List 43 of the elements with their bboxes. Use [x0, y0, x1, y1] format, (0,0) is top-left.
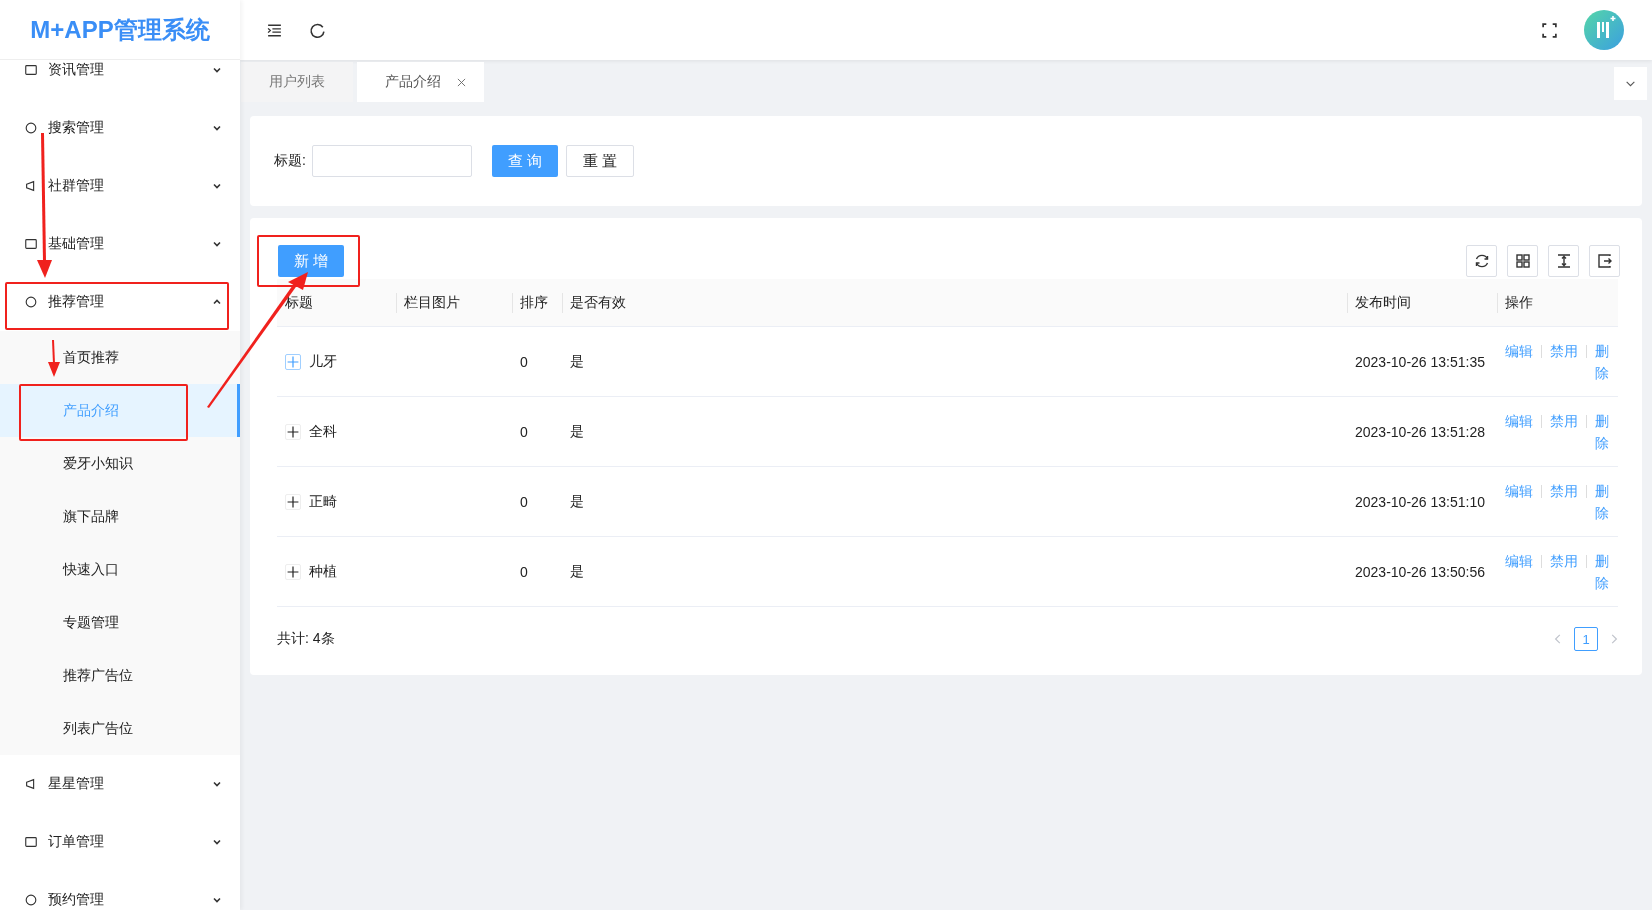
table-cell: 正畸 [309, 492, 337, 511]
column-header: 排序 [520, 293, 548, 312]
submenu-item[interactable]: 推荐广告位 [0, 649, 240, 702]
column-header: 标题 [285, 293, 313, 312]
total-count: 共计: 4条 [277, 630, 335, 648]
submenu-item[interactable]: 专题管理 [0, 596, 240, 649]
menu-item[interactable]: 搜索管理 [0, 99, 240, 157]
column-header: 栏目图片 [404, 293, 460, 312]
table-cell: 2023-10-26 13:51:28 [1355, 423, 1485, 440]
table-cell: 0 [520, 563, 528, 580]
app-title: M+APP管理系统 [30, 14, 210, 45]
menu-item[interactable]: 预约管理 [0, 871, 240, 910]
menu-item[interactable]: 推荐管理 [0, 273, 240, 331]
menu-item[interactable]: 资讯管理 [0, 60, 240, 99]
reset-button[interactable]: 重 置 [566, 145, 635, 177]
table-cell: 是 [570, 422, 584, 441]
table-cell: 种植 [309, 562, 337, 581]
column-header: 操作 [1505, 293, 1533, 312]
table-cell: 2023-10-26 13:50:56 [1355, 563, 1485, 580]
table-cell: 2023-10-26 13:51:35 [1355, 353, 1485, 370]
submenu-item[interactable]: 列表广告位 [0, 702, 240, 755]
submenu-item[interactable]: 首页推荐 [0, 331, 240, 384]
menu-item[interactable]: 星星管理 [0, 755, 240, 813]
column-header: 发布时间 [1355, 293, 1411, 312]
table-cell: 儿牙 [309, 352, 337, 371]
table-cell: 是 [570, 492, 584, 511]
menu-item[interactable]: 基础管理 [0, 215, 240, 273]
submenu-item[interactable]: 旗下品牌 [0, 490, 240, 543]
submenu-item[interactable]: 快速入口 [0, 543, 240, 596]
submenu-item[interactable]: 爱牙小知识 [0, 437, 240, 490]
table-cell: 2023-10-26 13:51:10 [1355, 493, 1485, 510]
menu-item[interactable]: 社群管理 [0, 157, 240, 215]
table-cell: 是 [570, 562, 584, 581]
menu-item[interactable]: 订单管理 [0, 813, 240, 871]
table-cell: 全科 [309, 422, 337, 441]
page-tab[interactable]: 用户列表 [241, 62, 353, 102]
table-cell: 是 [570, 352, 584, 371]
field-label: 标题: [274, 152, 306, 170]
table-cell: 0 [520, 423, 528, 440]
table-cell: 0 [520, 493, 528, 510]
column-header: 是否有效 [570, 293, 626, 312]
table-cell: 0 [520, 353, 528, 370]
page-tab[interactable]: 产品介绍 [357, 62, 484, 102]
